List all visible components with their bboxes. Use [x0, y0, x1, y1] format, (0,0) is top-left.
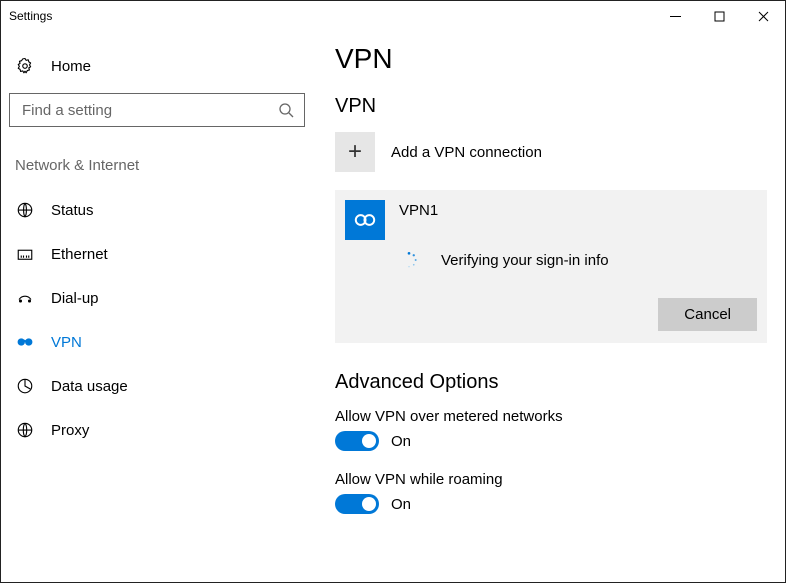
- section-header: Network & Internet: [9, 151, 305, 188]
- sidebar-item-label: Ethernet: [51, 246, 108, 263]
- sidebar-item-datausage[interactable]: Data usage: [9, 364, 305, 408]
- toggle-state-roaming: On: [391, 496, 411, 513]
- vpn-connection-card[interactable]: VPN1 Verifying your sign-in info Cancel: [335, 190, 767, 343]
- sidebar-item-label: Status: [51, 202, 94, 219]
- toggle-roaming[interactable]: [335, 494, 379, 514]
- datausage-icon: [15, 377, 35, 395]
- vpn-name: VPN1: [399, 200, 438, 219]
- sidebar-item-label: VPN: [51, 334, 82, 351]
- maximize-button[interactable]: [697, 1, 741, 31]
- spinner-icon: [399, 250, 419, 270]
- dialup-icon: [15, 289, 35, 307]
- close-button[interactable]: [741, 1, 785, 31]
- gear-icon: [15, 57, 35, 75]
- window-controls: [653, 1, 785, 31]
- minimize-button[interactable]: [653, 1, 697, 31]
- section-title: VPN: [335, 95, 771, 118]
- sidebar-item-ethernet[interactable]: Ethernet: [9, 232, 305, 276]
- sidebar-home[interactable]: Home: [9, 47, 305, 93]
- search-input[interactable]: [20, 101, 278, 120]
- toggle-metered[interactable]: [335, 431, 379, 451]
- titlebar: Settings: [1, 1, 785, 31]
- vpn-status-row: Verifying your sign-in info: [345, 250, 757, 270]
- sidebar: Home Network & Internet Status Ethernet: [1, 31, 313, 582]
- vpn-header: VPN1: [345, 200, 757, 240]
- window-title: Settings: [9, 9, 52, 23]
- vpn-tile-icon: [345, 200, 385, 240]
- proxy-icon: [15, 421, 35, 439]
- sidebar-item-status[interactable]: Status: [9, 188, 305, 232]
- add-vpn-row[interactable]: + Add a VPN connection: [335, 132, 771, 172]
- sidebar-item-label: Data usage: [51, 378, 128, 395]
- toggle-row-roaming: On: [335, 494, 771, 514]
- toggle-state-metered: On: [391, 433, 411, 450]
- status-icon: [15, 201, 35, 219]
- toggle-row-metered: On: [335, 431, 771, 451]
- page-title: VPN: [335, 43, 771, 75]
- option-label-roaming: Allow VPN while roaming: [335, 471, 771, 488]
- add-vpn-label: Add a VPN connection: [391, 144, 542, 161]
- app-body: Home Network & Internet Status Ethernet: [1, 31, 785, 582]
- option-label-metered: Allow VPN over metered networks: [335, 408, 771, 425]
- sidebar-item-proxy[interactable]: Proxy: [9, 408, 305, 452]
- ethernet-icon: [15, 245, 35, 263]
- plus-icon: +: [335, 132, 375, 172]
- advanced-title: Advanced Options: [335, 371, 771, 394]
- search-icon: [278, 102, 294, 118]
- sidebar-item-dialup[interactable]: Dial-up: [9, 276, 305, 320]
- vpn-actions: Cancel: [345, 298, 757, 331]
- sidebar-item-vpn[interactable]: VPN: [9, 320, 305, 364]
- main-content: VPN VPN + Add a VPN connection VPN1: [313, 31, 785, 582]
- search-box[interactable]: [9, 93, 305, 127]
- home-label: Home: [51, 58, 91, 75]
- sidebar-item-label: Dial-up: [51, 290, 99, 307]
- close-icon: [758, 11, 769, 22]
- cancel-button[interactable]: Cancel: [658, 298, 757, 331]
- maximize-icon: [714, 11, 725, 22]
- vpn-icon: [15, 333, 35, 351]
- minimize-icon: [670, 11, 681, 22]
- sidebar-item-label: Proxy: [51, 422, 89, 439]
- vpn-status: Verifying your sign-in info: [441, 252, 609, 269]
